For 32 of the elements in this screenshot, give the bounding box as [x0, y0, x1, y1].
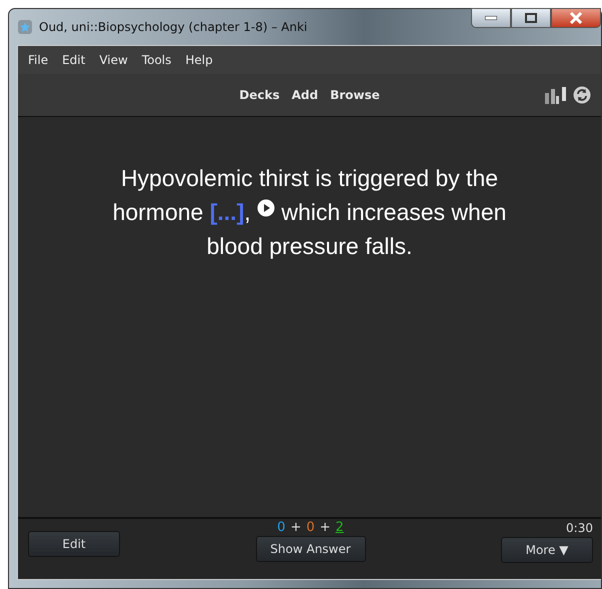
menu-item[interactable]: View: [93, 53, 134, 67]
card-text: Hypovolemic thirst is triggered by the: [120, 165, 498, 191]
card-count: 2: [336, 520, 344, 535]
stats-icon[interactable]: [545, 86, 567, 104]
minimize-icon: [485, 16, 497, 20]
window-title: Oud, uni::Biopsychology (chapter 1-8) – Anki: [39, 20, 308, 34]
toolbar-link[interactable]: Add: [286, 88, 324, 102]
close-icon: [569, 12, 583, 24]
close-button[interactable]: [551, 8, 601, 28]
card-text: hormone [...],: [112, 199, 251, 225]
timer: 0:30: [566, 521, 593, 535]
menu-item[interactable]: Tools: [136, 53, 178, 67]
maximize-icon: [525, 13, 537, 23]
card-count: 0: [306, 520, 315, 535]
card-count: 0: [277, 520, 286, 535]
menu-item[interactable]: File: [22, 53, 54, 67]
show-answer-button[interactable]: Show Answer: [256, 536, 366, 562]
plus-sign: +: [320, 520, 331, 535]
sync-icon[interactable]: [573, 86, 591, 104]
play-icon[interactable]: [257, 199, 276, 217]
minimize-button[interactable]: [471, 8, 511, 28]
maximize-button[interactable]: [511, 8, 551, 28]
card-text: which increases when: [281, 199, 506, 225]
more-button[interactable]: More ▼: [501, 537, 593, 563]
menu-item[interactable]: Edit: [56, 53, 92, 67]
card-text: blood pressure falls.: [206, 233, 412, 259]
toolbar-link[interactable]: Decks: [233, 88, 286, 102]
plus-sign: +: [290, 520, 302, 535]
app-icon: [17, 19, 33, 35]
menu-item[interactable]: Help: [179, 53, 219, 67]
toolbar-link[interactable]: Browse: [324, 88, 386, 102]
edit-button[interactable]: Edit: [28, 531, 120, 557]
